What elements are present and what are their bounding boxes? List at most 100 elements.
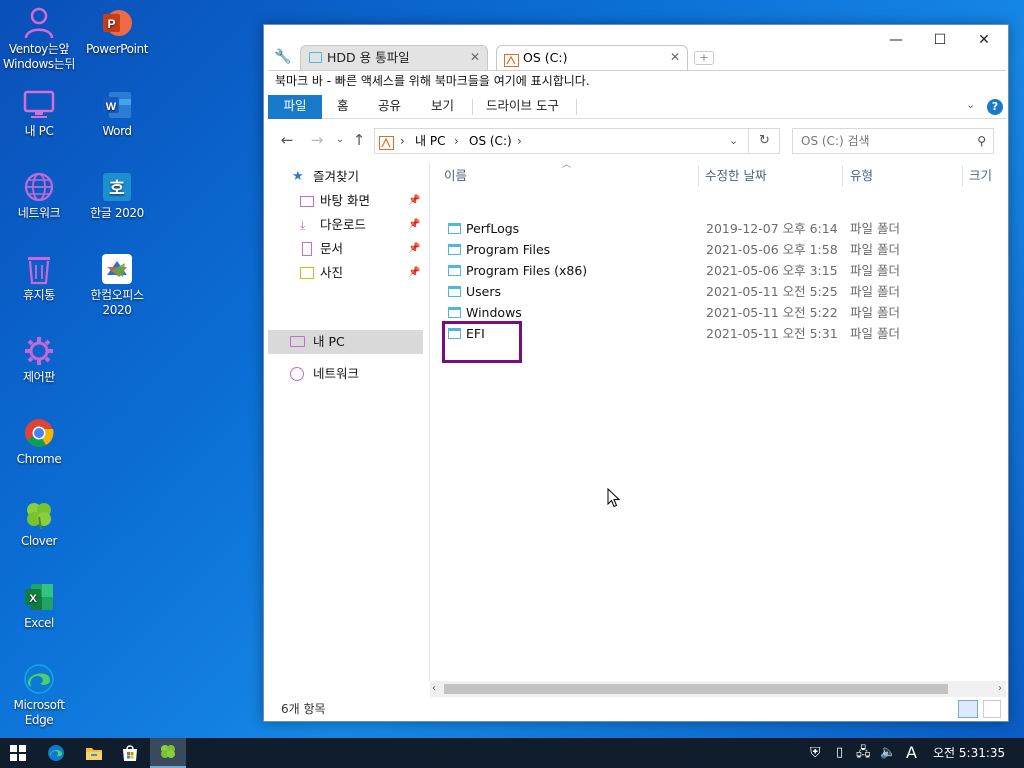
clock[interactable]: 오전 5:31:35 (933, 738, 1005, 768)
folder-icon (309, 52, 322, 63)
pin-icon[interactable]: 📌 (408, 237, 420, 261)
taskbar-file-explorer[interactable] (76, 738, 112, 768)
file-row[interactable]: Program Files (x86) 2021-05-06 오후 3:15 파… (446, 260, 1002, 281)
status-bar: 6개 항목 (268, 697, 1006, 721)
column-divider[interactable] (698, 165, 699, 187)
ribbon-tab-share[interactable]: 공유 (378, 95, 401, 119)
wrench-icon[interactable]: 🔧 (274, 49, 291, 65)
tab-label: OS (C:) (523, 50, 568, 65)
desktop-icon-word[interactable]: W Word (79, 88, 155, 139)
nav-pictures[interactable]: 사진 📌 (300, 261, 424, 285)
desktop-icon-chrome[interactable]: Chrome (1, 416, 77, 467)
address-bar[interactable]: › 내 PC › OS (C:) › ⌄ ↻ (374, 128, 780, 154)
refresh-icon[interactable]: ↻ (748, 129, 780, 153)
help-icon[interactable]: ? (987, 99, 1003, 115)
nav-documents[interactable]: 문서 📌 (300, 237, 424, 261)
breadcrumb-os-c[interactable]: OS (C:) (469, 129, 512, 153)
usb-icon[interactable]: ▯ (836, 738, 843, 768)
navigation-bar: ← → ⌄ ↑ › 내 PC › OS (C:) › ⌄ ↻ OS (C:) 검… (268, 122, 1006, 158)
back-button[interactable]: ← (276, 130, 298, 152)
desktop-icon-hancom-office[interactable]: 한컴오피스 2020 (79, 252, 155, 318)
ribbon-tab-home[interactable]: 홈 (337, 95, 349, 119)
explorer-window: 🔧 HDD 용 통파일 ✕ OS (C:) ✕ + — ☐ ✕ 북마크 바 - … (263, 24, 1009, 722)
pin-icon[interactable]: 📌 (408, 213, 420, 237)
file-type: 파일 폴더 (850, 305, 900, 320)
file-row[interactable]: Users 2021-05-11 오전 5:25 파일 폴더 (446, 281, 1002, 302)
recycle-bin-icon (22, 252, 56, 286)
horizontal-scrollbar[interactable]: ‹ › (430, 681, 1006, 697)
nav-quick-access[interactable]: ★ 즐겨찾기 (292, 165, 422, 189)
desktop-icon-label: Clover (20, 534, 58, 548)
shield-icon[interactable]: ⛨ (810, 738, 821, 768)
column-header-name[interactable]: 이름 (444, 163, 698, 189)
desktop-icon-edge[interactable]: Microsoft Edge (1, 662, 77, 728)
ribbon-tab-file[interactable]: 파일 (268, 95, 322, 119)
taskbar-clover[interactable] (150, 738, 186, 768)
scrollbar-thumb[interactable] (444, 684, 948, 694)
network-tray-icon[interactable]: 🖧 (856, 738, 871, 768)
desktop-icon-hangul[interactable]: 호 한글 2020 (79, 170, 155, 221)
tab-close-icon[interactable]: ✕ (670, 46, 680, 69)
ribbon-tab-drive-tools[interactable]: 드라이브 도구 (486, 95, 559, 119)
file-type: 파일 폴더 (850, 326, 900, 341)
folder-icon (448, 265, 461, 276)
navigation-pane: ★ 즐겨찾기 바탕 화면 📌 ⤓ 다운로드 📌 문서 📌 사진 📌 내 PC 네… (268, 163, 426, 683)
ribbon: 파일 홈 공유 보기 드라이브 도구 ⌄ ? (268, 95, 1006, 119)
details-view-icon[interactable] (958, 700, 978, 718)
file-row[interactable]: Program Files 2021-05-06 오후 1:58 파일 폴더 (446, 239, 1002, 260)
desktop-icon-network[interactable]: 네트워크 (1, 170, 77, 221)
column-header-size[interactable]: 크기 (969, 163, 1005, 189)
forward-button[interactable]: → (306, 130, 328, 152)
file-row[interactable]: PerfLogs 2019-12-07 오후 6:14 파일 폴더 (446, 218, 1002, 239)
search-input[interactable]: OS (C:) 검색 (801, 134, 870, 148)
star-icon: ★ (292, 169, 304, 184)
taskbar-store[interactable] (112, 738, 148, 768)
new-tab-icon[interactable]: + (694, 51, 714, 65)
pin-icon[interactable]: 📌 (408, 189, 420, 213)
desktop-icon-label: 내 PC (24, 124, 54, 138)
ribbon-tab-view[interactable]: 보기 (431, 95, 454, 119)
desktop-icon-powerpoint[interactable]: P PowerPoint (79, 6, 155, 57)
nav-network[interactable]: 네트워크 (268, 362, 423, 386)
up-button[interactable]: ↑ (348, 130, 370, 152)
desktop-icon-control-panel[interactable]: 제어판 (1, 334, 77, 385)
file-row[interactable]: Windows 2021-05-11 오전 5:22 파일 폴더 (446, 302, 1002, 323)
ime-indicator[interactable]: A (906, 738, 917, 768)
search-box[interactable]: OS (C:) 검색 ⚲ (792, 128, 994, 154)
desktop-icon-recycle-bin[interactable]: 휴지통 (1, 252, 77, 303)
breadcrumb-this-pc[interactable]: 내 PC (415, 129, 445, 153)
desktop-icon-label: Microsoft Edge (13, 698, 65, 727)
volume-icon[interactable]: 🔈 (880, 738, 896, 768)
column-divider[interactable] (962, 165, 963, 187)
scroll-left-icon[interactable]: ‹ (432, 681, 436, 697)
chevron-down-icon[interactable]: ⌄ (966, 98, 975, 111)
desktop-icon-this-pc[interactable]: 내 PC (1, 88, 77, 139)
column-divider[interactable] (842, 165, 843, 187)
large-icons-view-icon[interactable] (983, 700, 1001, 718)
file-row[interactable]: EFI 2021-05-11 오전 5:31 파일 폴더 (446, 323, 1002, 344)
nav-this-pc[interactable]: 내 PC (268, 330, 423, 354)
start-button[interactable] (0, 738, 36, 768)
nav-label: 내 PC (313, 334, 345, 349)
nav-downloads[interactable]: ⤓ 다운로드 📌 (300, 213, 424, 237)
desktop-icon-excel[interactable]: X Excel (1, 580, 77, 631)
tab-hdd[interactable]: HDD 용 통파일 ✕ (300, 45, 488, 70)
scroll-right-icon[interactable]: › (998, 681, 1002, 697)
maximize-button[interactable]: ☐ (918, 29, 962, 51)
column-header-date[interactable]: 수정한 날짜 (705, 163, 841, 189)
desktop-icon-clover[interactable]: Clover (1, 498, 77, 549)
nav-desktop[interactable]: 바탕 화면 📌 (300, 189, 424, 213)
breadcrumb-separator: › (400, 134, 405, 148)
taskbar-edge[interactable] (38, 738, 74, 768)
close-button[interactable]: ✕ (962, 29, 1006, 51)
store-icon (123, 745, 137, 761)
column-header-type[interactable]: 유형 (850, 163, 962, 189)
minimize-button[interactable]: — (874, 29, 918, 51)
tab-os-c[interactable]: OS (C:) ✕ (496, 45, 688, 70)
pin-icon[interactable]: 📌 (408, 261, 420, 285)
network-icon (290, 367, 304, 381)
desktop-icon-ventoy[interactable]: Ventoy는앞 Windows는뒤 (1, 6, 77, 72)
tab-close-icon[interactable]: ✕ (470, 46, 480, 69)
desktop-icon-label: PowerPoint (85, 42, 149, 56)
chevron-down-icon[interactable]: ⌄ (729, 129, 738, 153)
